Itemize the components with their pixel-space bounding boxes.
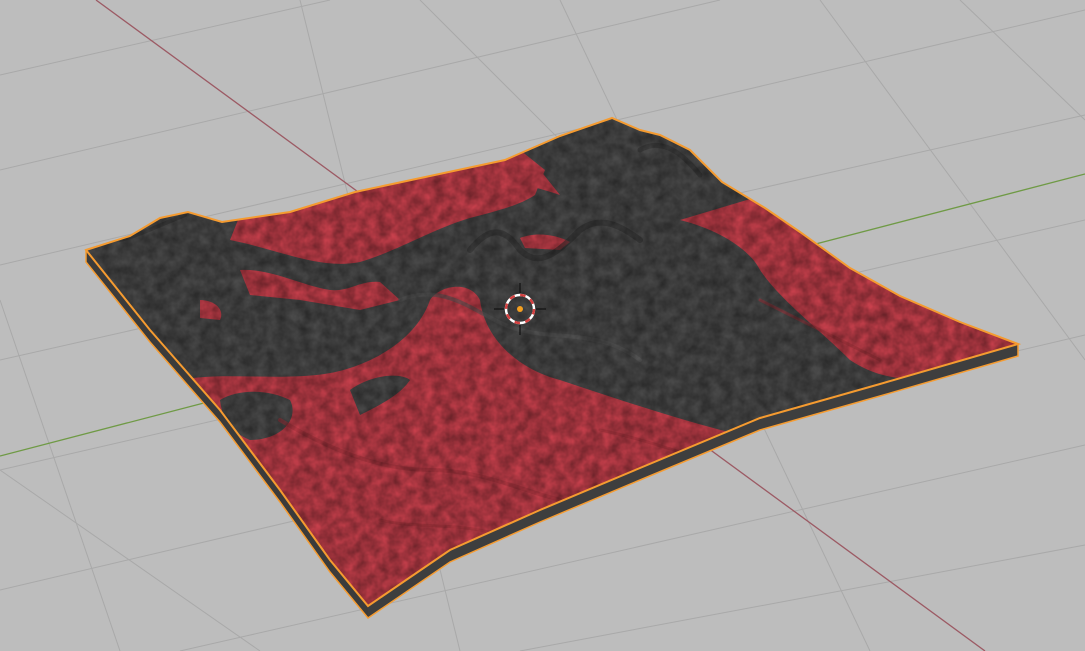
3d-viewport[interactable]: [0, 0, 1085, 651]
terrain-mesh[interactable]: [0, 0, 1085, 651]
viewport-canvas[interactable]: [0, 0, 1085, 651]
terrain-texture: [86, 118, 1018, 606]
